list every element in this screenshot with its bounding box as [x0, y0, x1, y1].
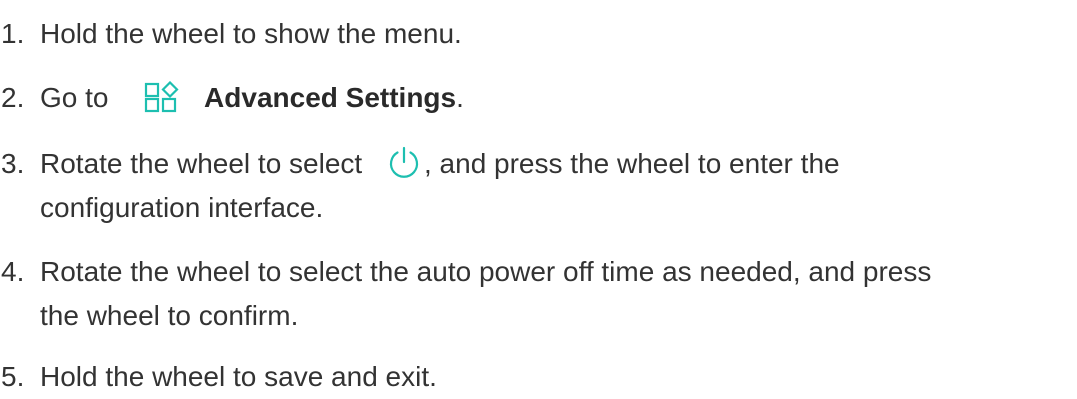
step-text: Hold the wheel to save and exit. — [40, 361, 437, 392]
step-number: 1. — [1, 18, 25, 49]
step-text-continuation: the wheel to confirm. — [40, 300, 299, 331]
step-text-before: Rotate the wheel to select — [40, 148, 363, 179]
step-text: Rotate the wheel to select the auto powe… — [40, 256, 932, 287]
power-icon — [386, 145, 422, 181]
step-number: 2. — [1, 82, 25, 113]
step-text: Hold the wheel to show the menu. — [40, 18, 462, 49]
step-content: Rotate the wheel to select , and press t… — [40, 142, 840, 186]
step-text-after: , and press the wheel to enter the — [423, 148, 840, 179]
step-text-before: Go to — [40, 82, 109, 113]
step-number: 3. — [1, 148, 25, 179]
advanced-settings-label: Advanced Settings — [204, 82, 457, 113]
step-number: 5. — [1, 361, 25, 392]
step-text-after: . — [456, 82, 464, 113]
advanced-settings-grid-icon — [144, 80, 180, 113]
step-number: 4. — [1, 256, 25, 287]
step-text-continuation: configuration interface. — [40, 192, 324, 223]
step-content: Go to Advanced Settings. — [40, 76, 464, 120]
